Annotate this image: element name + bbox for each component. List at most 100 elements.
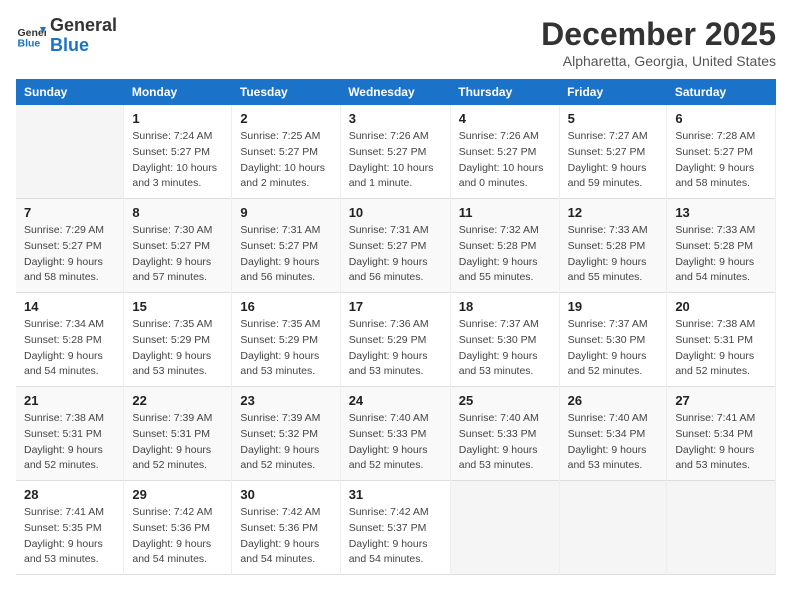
day-detail: Sunrise: 7:40 AMSunset: 5:33 PMDaylight:… [349, 411, 442, 474]
calendar-cell: 29 Sunrise: 7:42 AMSunset: 5:36 PMDayligh… [124, 481, 232, 575]
logo-text: General Blue [50, 16, 117, 56]
svg-text:Blue: Blue [18, 37, 41, 49]
day-detail: Sunrise: 7:33 AMSunset: 5:28 PMDaylight:… [568, 223, 659, 286]
day-detail: Sunrise: 7:31 AMSunset: 5:27 PMDaylight:… [349, 223, 442, 286]
calendar-cell: 14 Sunrise: 7:34 AMSunset: 5:28 PMDayligh… [16, 293, 124, 387]
day-number: 16 [240, 299, 331, 314]
day-detail: Sunrise: 7:40 AMSunset: 5:34 PMDaylight:… [568, 411, 659, 474]
day-detail: Sunrise: 7:30 AMSunset: 5:27 PMDaylight:… [132, 223, 223, 286]
weekday-header: Wednesday [340, 79, 450, 105]
calendar-cell: 15Sunrise: 7:35 AMSunset: 5:29 PMDayligh… [124, 293, 232, 387]
calendar-cell: 18 Sunrise: 7:37 AMSunset: 5:30 PMDayligh… [450, 293, 559, 387]
calendar-cell: 10Sunrise: 7:31 AMSunset: 5:27 PMDayligh… [340, 199, 450, 293]
calendar-cell: 13Sunrise: 7:33 AMSunset: 5:28 PMDayligh… [667, 199, 776, 293]
day-detail: Sunrise: 7:24 AMSunset: 5:27 PMDaylight:… [132, 129, 223, 192]
day-number: 20 [675, 299, 767, 314]
day-detail: Sunrise: 7:39 AMSunset: 5:31 PMDaylight:… [132, 411, 223, 474]
day-number: 19 [568, 299, 659, 314]
day-number: 26 [568, 393, 659, 408]
day-number: 22 [132, 393, 223, 408]
day-detail: Sunrise: 7:41 AMSunset: 5:35 PMDaylight:… [24, 505, 115, 568]
calendar-cell: 12Sunrise: 7:33 AMSunset: 5:28 PMDayligh… [559, 199, 667, 293]
calendar-cell: 4 Sunrise: 7:26 AMSunset: 5:27 PMDaylight… [450, 105, 559, 199]
calendar-cell: 1 Sunrise: 7:24 AMSunset: 5:27 PMDaylight… [124, 105, 232, 199]
calendar-cell: 31 Sunrise: 7:42 AMSunset: 5:37 PMDayligh… [340, 481, 450, 575]
calendar-cell: 7 Sunrise: 7:29 AMSunset: 5:27 PMDaylight… [16, 199, 124, 293]
day-number: 5 [568, 111, 659, 126]
calendar-cell: 2 Sunrise: 7:25 AMSunset: 5:27 PMDaylight… [232, 105, 340, 199]
day-detail: Sunrise: 7:37 AMSunset: 5:30 PMDaylight:… [459, 317, 551, 380]
day-number: 9 [240, 205, 331, 220]
calendar-cell: 3 Sunrise: 7:26 AMSunset: 5:27 PMDaylight… [340, 105, 450, 199]
calendar-cell [667, 481, 776, 575]
logo: General Blue General Blue [16, 16, 117, 56]
calendar-cell [450, 481, 559, 575]
day-number: 28 [24, 487, 115, 502]
calendar-cell: 5Sunrise: 7:27 AMSunset: 5:27 PMDaylight… [559, 105, 667, 199]
day-number: 2 [240, 111, 331, 126]
day-detail: Sunrise: 7:40 AMSunset: 5:33 PMDaylight:… [459, 411, 551, 474]
day-number: 4 [459, 111, 551, 126]
day-detail: Sunrise: 7:35 AMSunset: 5:29 PMDaylight:… [132, 317, 223, 380]
calendar-cell: 19 Sunrise: 7:37 AMSunset: 5:30 PMDayligh… [559, 293, 667, 387]
calendar-week-row: 1 Sunrise: 7:24 AMSunset: 5:27 PMDaylight… [16, 105, 776, 199]
day-detail: Sunrise: 7:42 AMSunset: 5:37 PMDaylight:… [349, 505, 442, 568]
calendar-cell: 21 Sunrise: 7:38 AMSunset: 5:31 PMDayligh… [16, 387, 124, 481]
day-detail: Sunrise: 7:42 AMSunset: 5:36 PMDaylight:… [132, 505, 223, 568]
day-detail: Sunrise: 7:39 AMSunset: 5:32 PMDaylight:… [240, 411, 331, 474]
calendar-week-row: 28 Sunrise: 7:41 AMSunset: 5:35 PMDayligh… [16, 481, 776, 575]
day-detail: Sunrise: 7:38 AMSunset: 5:31 PMDaylight:… [24, 411, 115, 474]
day-number: 23 [240, 393, 331, 408]
title-area: December 2025 Alpharetta, Georgia, Unite… [541, 16, 776, 69]
day-detail: Sunrise: 7:41 AMSunset: 5:34 PMDaylight:… [675, 411, 767, 474]
day-detail: Sunrise: 7:42 AMSunset: 5:36 PMDaylight:… [240, 505, 331, 568]
weekday-header: Friday [559, 79, 667, 105]
calendar-cell: 9Sunrise: 7:31 AMSunset: 5:27 PMDaylight… [232, 199, 340, 293]
calendar-cell: 26 Sunrise: 7:40 AMSunset: 5:34 PMDayligh… [559, 387, 667, 481]
day-number: 27 [675, 393, 767, 408]
day-number: 14 [24, 299, 115, 314]
calendar-cell: 30Sunrise: 7:42 AMSunset: 5:36 PMDayligh… [232, 481, 340, 575]
calendar-cell: 6Sunrise: 7:28 AMSunset: 5:27 PMDaylight… [667, 105, 776, 199]
calendar-cell: 27 Sunrise: 7:41 AMSunset: 5:34 PMDayligh… [667, 387, 776, 481]
calendar-cell: 25 Sunrise: 7:40 AMSunset: 5:33 PMDayligh… [450, 387, 559, 481]
day-number: 13 [675, 205, 767, 220]
day-detail: Sunrise: 7:36 AMSunset: 5:29 PMDaylight:… [349, 317, 442, 380]
day-number: 31 [349, 487, 442, 502]
day-number: 18 [459, 299, 551, 314]
calendar-cell: 16 Sunrise: 7:35 AMSunset: 5:29 PMDayligh… [232, 293, 340, 387]
day-number: 29 [132, 487, 223, 502]
day-detail: Sunrise: 7:38 AMSunset: 5:31 PMDaylight:… [675, 317, 767, 380]
calendar-week-row: 7 Sunrise: 7:29 AMSunset: 5:27 PMDaylight… [16, 199, 776, 293]
weekday-header: Sunday [16, 79, 124, 105]
day-number: 25 [459, 393, 551, 408]
day-detail: Sunrise: 7:25 AMSunset: 5:27 PMDaylight:… [240, 129, 331, 192]
day-detail: Sunrise: 7:26 AMSunset: 5:27 PMDaylight:… [349, 129, 442, 192]
calendar-cell: 22 Sunrise: 7:39 AMSunset: 5:31 PMDayligh… [124, 387, 232, 481]
calendar-cell: 11Sunrise: 7:32 AMSunset: 5:28 PMDayligh… [450, 199, 559, 293]
location: Alpharetta, Georgia, United States [541, 53, 776, 69]
calendar-week-row: 14 Sunrise: 7:34 AMSunset: 5:28 PMDayligh… [16, 293, 776, 387]
day-number: 24 [349, 393, 442, 408]
day-detail: Sunrise: 7:26 AMSunset: 5:27 PMDaylight:… [459, 129, 551, 192]
calendar-week-row: 21 Sunrise: 7:38 AMSunset: 5:31 PMDayligh… [16, 387, 776, 481]
weekday-header: Tuesday [232, 79, 340, 105]
day-number: 6 [675, 111, 767, 126]
day-number: 21 [24, 393, 115, 408]
weekday-header: Monday [124, 79, 232, 105]
day-number: 8 [132, 205, 223, 220]
day-detail: Sunrise: 7:35 AMSunset: 5:29 PMDaylight:… [240, 317, 331, 380]
weekday-header: Thursday [450, 79, 559, 105]
calendar-cell: 8 Sunrise: 7:30 AMSunset: 5:27 PMDaylight… [124, 199, 232, 293]
day-detail: Sunrise: 7:37 AMSunset: 5:30 PMDaylight:… [568, 317, 659, 380]
day-number: 17 [349, 299, 442, 314]
day-detail: Sunrise: 7:32 AMSunset: 5:28 PMDaylight:… [459, 223, 551, 286]
day-number: 1 [132, 111, 223, 126]
calendar-cell: 24 Sunrise: 7:40 AMSunset: 5:33 PMDayligh… [340, 387, 450, 481]
day-number: 3 [349, 111, 442, 126]
day-detail: Sunrise: 7:29 AMSunset: 5:27 PMDaylight:… [24, 223, 115, 286]
day-number: 7 [24, 205, 115, 220]
calendar-cell [16, 105, 124, 199]
logo-icon: General Blue [16, 21, 46, 51]
day-detail: Sunrise: 7:34 AMSunset: 5:28 PMDaylight:… [24, 317, 115, 380]
